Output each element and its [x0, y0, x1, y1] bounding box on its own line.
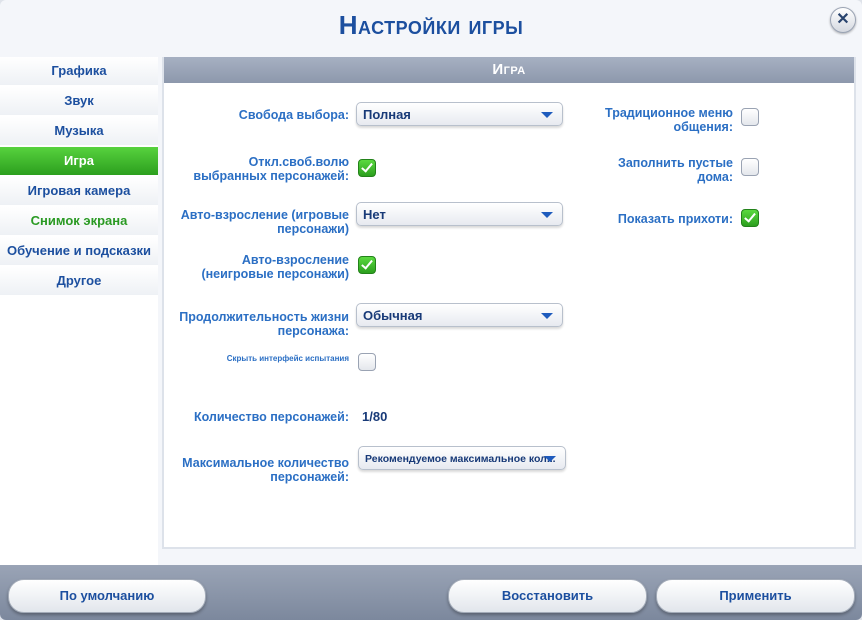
classic-social-menu-checkbox[interactable] — [741, 108, 759, 126]
close-icon[interactable]: ✕ — [830, 7, 856, 33]
hide-trial-ui-checkbox[interactable] — [358, 353, 376, 371]
sidebar-item-sound[interactable]: Звук — [0, 87, 158, 115]
sidebar-item-music[interactable]: Музыка — [0, 117, 158, 145]
auto-aging-played-dropdown[interactable]: Нет — [356, 202, 563, 226]
window-title: Настройки игры — [338, 10, 524, 40]
sidebar-item-screenshot[interactable]: Снимок экрана — [0, 207, 158, 235]
auto-aging-unplayed-label: Авто-взросление (неигровые персонажи) — [201, 253, 349, 281]
auto-aging-played-value: Нет — [363, 207, 386, 222]
chevron-down-icon — [541, 112, 553, 118]
free-will-dropdown[interactable]: Полная — [356, 102, 563, 126]
restore-button[interactable]: Восстановить — [448, 579, 647, 613]
auto-aging-played-label: Авто-взросление (игровые персонажи) — [180, 208, 349, 236]
max-sims-dropdown[interactable]: Рекомендуемое максимальное кол... — [358, 446, 566, 470]
settings-sidebar: Графика Звук Музыка Игра Игровая камера … — [0, 57, 158, 565]
sim-count-value: 1/80 — [362, 409, 388, 424]
show-whims-label: Показать прихоти: — [617, 212, 733, 226]
free-will-value: Полная — [363, 107, 411, 122]
chevron-down-icon — [544, 456, 556, 462]
sim-count-label: Количество персонажей: — [193, 410, 349, 424]
show-whims-checkbox[interactable] — [741, 209, 759, 227]
sidebar-item-graphics[interactable]: Графика — [0, 57, 158, 85]
settings-window: Настройки игры ✕ Графика Звук Музыка Игр… — [0, 0, 862, 620]
sidebar-item-tutorial[interactable]: Обучение и подсказки — [0, 237, 158, 265]
lifespan-value: Обычная — [363, 308, 423, 323]
max-sims-value: Рекомендуемое максимальное кол... — [365, 453, 556, 465]
defaults-button[interactable]: По умолчанию — [8, 579, 206, 613]
classic-social-menu-label: Традиционное меню общения: — [605, 106, 733, 134]
sidebar-item-other[interactable]: Другое — [0, 267, 158, 295]
disable-free-will-checkbox[interactable] — [358, 159, 376, 177]
sidebar-item-camera[interactable]: Игровая камера — [0, 177, 158, 205]
auto-aging-unplayed-checkbox[interactable] — [358, 256, 376, 274]
apply-button[interactable]: Применить — [656, 579, 855, 613]
chevron-down-icon — [541, 212, 553, 218]
max-sims-label: Максимальное количество персонажей: — [182, 456, 349, 484]
disable-free-will-label: Откл.своб.волю выбранных персонажей: — [193, 155, 349, 183]
fill-empty-houses-label: Заполнить пустые дома: — [617, 156, 733, 184]
sidebar-item-game[interactable]: Игра — [0, 147, 158, 175]
chevron-down-icon — [541, 313, 553, 319]
hide-trial-ui-label: Скрыть интерфейс испытания — [226, 354, 349, 363]
fill-empty-houses-checkbox[interactable] — [741, 158, 759, 176]
free-will-label: Свобода выбора: — [238, 108, 349, 122]
panel-header: Игра — [164, 57, 854, 83]
lifespan-dropdown[interactable]: Обычная — [356, 303, 563, 327]
game-settings-panel: Игра Свобода выбора: Полная Откл.своб.во… — [162, 57, 856, 549]
lifespan-label: Продолжительность жизни персонажа: — [179, 310, 349, 338]
